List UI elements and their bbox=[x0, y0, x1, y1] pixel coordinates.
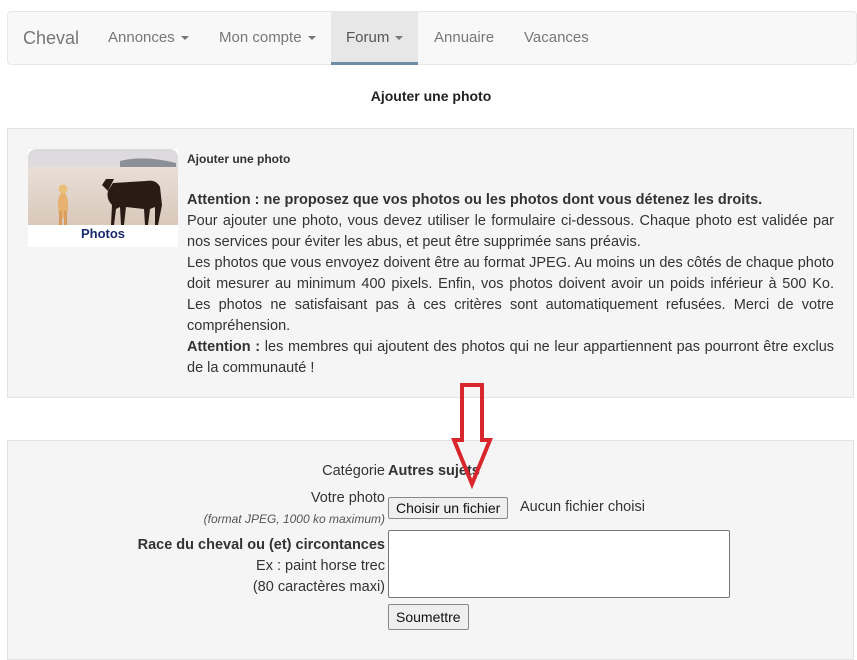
race-label: Race du cheval ou (et) circontances bbox=[137, 537, 385, 553]
race-example: Ex : paint horse trec bbox=[256, 558, 385, 574]
nav-forum[interactable]: Forum bbox=[331, 12, 419, 65]
photo-hint: (format JPEG, 1000 ko maximum) bbox=[203, 512, 385, 526]
photos-thumbnail: Photos bbox=[28, 149, 178, 247]
info-paragraph-1: Pour ajouter une photo, vous devez utili… bbox=[187, 213, 834, 250]
upload-form: Catégorie Autres sujets Votre photo (for… bbox=[7, 440, 854, 660]
caret-down-icon bbox=[307, 36, 316, 41]
info-paragraph-2: Les photos que vous envoyez doivent être… bbox=[187, 255, 834, 334]
nav-vacances[interactable]: Vacances bbox=[524, 12, 589, 64]
photo-label: Votre photo bbox=[310, 490, 385, 506]
caret-down-icon bbox=[180, 36, 189, 41]
race-textarea[interactable] bbox=[388, 530, 730, 598]
nav-annonces[interactable]: Annonces bbox=[108, 12, 189, 64]
nav-annonces-label: Annonces bbox=[108, 29, 175, 46]
nav-mon-compte-label: Mon compte bbox=[219, 29, 302, 46]
caret-down-icon bbox=[395, 36, 404, 41]
category-label: Catégorie bbox=[322, 463, 385, 479]
warning-2-label: Attention : bbox=[187, 339, 261, 355]
choose-file-button[interactable]: Choisir un fichier bbox=[388, 497, 509, 519]
nav-annuaire[interactable]: Annuaire bbox=[434, 12, 494, 64]
brand-link[interactable]: Cheval bbox=[23, 12, 79, 64]
info-text: Attention : ne proposez que vos photos o… bbox=[187, 190, 834, 379]
page-title: Ajouter une photo bbox=[370, 88, 492, 104]
nav-mon-compte[interactable]: Mon compte bbox=[219, 12, 316, 64]
file-status: Aucun fichier choisi bbox=[520, 499, 645, 515]
thumbnail-label: Photos bbox=[80, 226, 126, 241]
nav-forum-label: Forum bbox=[346, 29, 390, 46]
race-limit: (80 caractères maxi) bbox=[252, 579, 385, 595]
navbar: Cheval Annonces Mon compte Forum Annuair… bbox=[7, 11, 857, 65]
warning-1: Attention : ne proposez que vos photos o… bbox=[187, 192, 763, 208]
info-panel: Photos Ajouter une photo Attention : ne … bbox=[7, 128, 854, 398]
warning-2-text: les membres qui ajoutent des photos qui … bbox=[187, 339, 835, 376]
info-heading: Ajouter une photo bbox=[187, 152, 291, 166]
arrow-down-icon bbox=[451, 383, 493, 490]
submit-button[interactable]: Soumettre bbox=[388, 604, 469, 630]
